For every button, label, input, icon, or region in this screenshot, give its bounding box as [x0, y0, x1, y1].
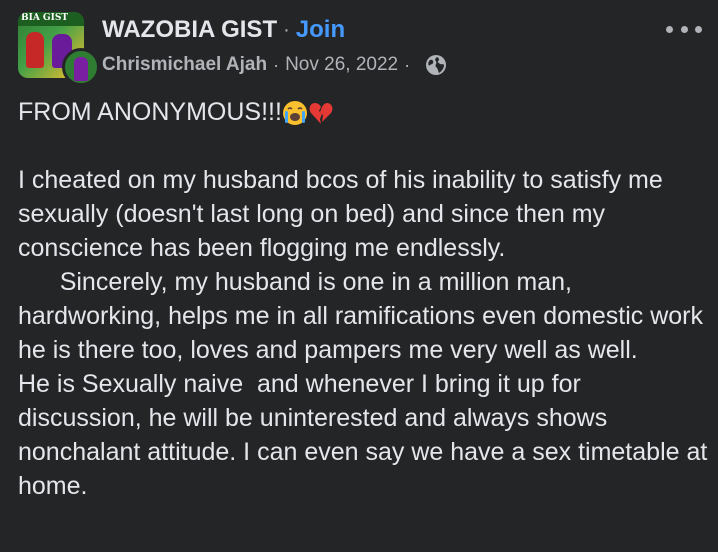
- broken-heart-emoji: [309, 103, 333, 125]
- group-name-link[interactable]: WAZOBIA GIST: [102, 16, 277, 44]
- post-paragraph-2: Sincerely, my husband is one in a millio…: [18, 268, 710, 364]
- post-title-line: FROM ANONYMOUS!!!: [18, 95, 708, 129]
- title-separator: ·: [283, 18, 290, 41]
- meta-separator-2: ·: [404, 54, 411, 75]
- more-options-icon[interactable]: [666, 22, 702, 36]
- join-button[interactable]: Join: [296, 16, 345, 44]
- avatar-group[interactable]: BIA GIST: [18, 12, 100, 90]
- post-paragraph-3: He is Sexually naive and whenever I brin…: [18, 370, 715, 500]
- post-meta: Chrismichael Ajah · Nov 26, 2022 ·: [102, 52, 448, 78]
- post-title-text: FROM ANONYMOUS!!!: [18, 98, 282, 126]
- title-row: WAZOBIA GIST · Join: [102, 14, 345, 46]
- author-name-link[interactable]: Chrismichael Ajah: [102, 54, 267, 76]
- post-header: BIA GIST WAZOBIA GIST · Join Chrismichae…: [0, 0, 718, 95]
- globe-icon[interactable]: [424, 53, 448, 77]
- post-date-link[interactable]: Nov 26, 2022: [285, 54, 398, 76]
- post-paragraph-1: I cheated on my husband bcos of his inab…: [18, 166, 670, 262]
- post-text: FROM ANONYMOUS!!! I cheated on my husban…: [18, 95, 708, 503]
- crying-face-emoji: [282, 101, 307, 126]
- author-avatar[interactable]: [62, 48, 100, 86]
- group-avatar-text: BIA GIST: [21, 13, 69, 23]
- meta-separator: ·: [273, 54, 280, 75]
